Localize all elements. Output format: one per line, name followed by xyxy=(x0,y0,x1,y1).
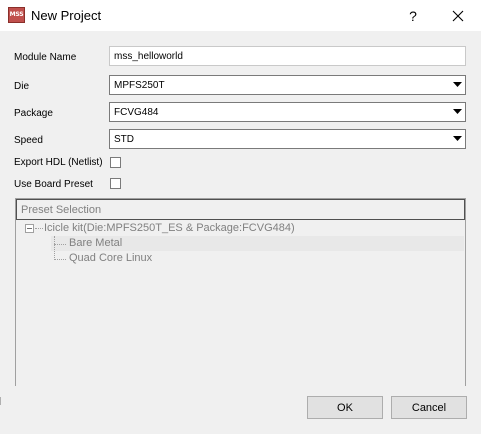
chevron-down-icon[interactable] xyxy=(450,131,464,147)
tree-item-bare-metal[interactable]: Bare Metal xyxy=(69,237,122,249)
module-name-label: Module Name xyxy=(14,52,77,63)
resize-grip xyxy=(0,397,1,405)
die-value: MPFS250T xyxy=(114,80,165,91)
tree-connector xyxy=(54,236,55,260)
speed-label: Speed xyxy=(14,135,43,146)
die-label: Die xyxy=(14,81,30,92)
ok-button[interactable]: OK xyxy=(307,396,383,419)
export-hdl-label: Export HDL (Netlist) xyxy=(14,157,103,168)
tree-connector xyxy=(54,244,66,245)
tree-connector xyxy=(54,259,66,260)
use-board-preset-label: Use Board Preset xyxy=(14,179,93,190)
close-icon xyxy=(452,10,464,21)
preset-selection-panel: Preset Selection Icicle kit(Die:MPFS250T… xyxy=(15,198,466,386)
help-button[interactable]: ? xyxy=(390,0,436,31)
title-bar[interactable]: MSS New Project ? xyxy=(0,0,481,31)
tree-collapse-icon[interactable] xyxy=(25,224,34,233)
die-select[interactable]: MPFS250T xyxy=(109,75,466,95)
preset-selection-header: Preset Selection xyxy=(16,199,465,220)
tree-connector xyxy=(35,228,43,229)
package-select[interactable]: FCVG484 xyxy=(109,102,466,122)
window-title: New Project xyxy=(31,8,102,23)
chevron-down-icon[interactable] xyxy=(450,77,464,93)
module-name-field[interactable] xyxy=(109,46,466,66)
close-button[interactable] xyxy=(435,0,481,31)
speed-value: STD xyxy=(114,134,134,145)
chevron-down-icon[interactable] xyxy=(450,104,464,120)
use-board-preset-checkbox[interactable] xyxy=(110,178,121,189)
mss-app-icon: MSS xyxy=(8,7,25,23)
export-hdl-checkbox[interactable] xyxy=(110,157,121,168)
tree-item-icicle-kit[interactable]: Icicle kit(Die:MPFS250T_ES & Package:FCV… xyxy=(44,222,295,234)
package-value: FCVG484 xyxy=(114,107,159,118)
package-label: Package xyxy=(14,108,53,119)
cancel-button[interactable]: Cancel xyxy=(391,396,467,419)
tree-item-quad-core-linux[interactable]: Quad Core Linux xyxy=(69,252,152,264)
speed-select[interactable]: STD xyxy=(109,129,466,149)
preset-selection-title: Preset Selection xyxy=(21,204,102,216)
module-name-input[interactable] xyxy=(110,47,465,65)
